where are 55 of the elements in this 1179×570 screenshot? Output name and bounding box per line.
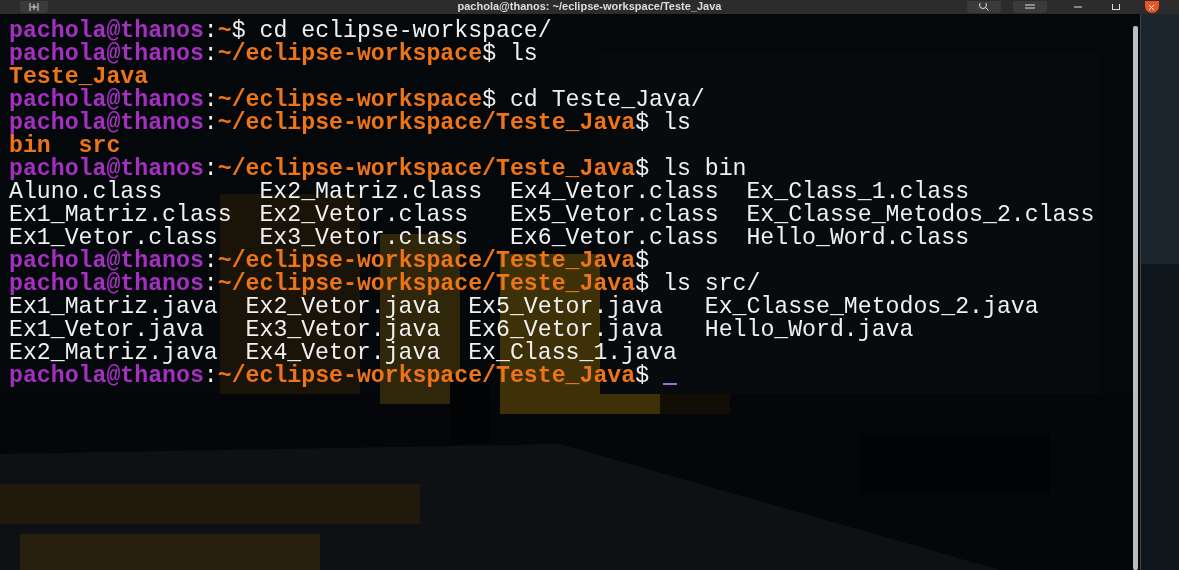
prompt-symbol: $ <box>635 363 650 389</box>
directory-name: Teste_Java <box>9 66 149 89</box>
command-text: ls <box>509 41 538 67</box>
file-name: Ex2_Vetor.class <box>259 204 470 227</box>
menu-icon <box>1025 4 1035 10</box>
prompt-separator: : <box>203 248 218 274</box>
file-name: Ex_Classe_Metodos_2.java <box>704 296 1040 319</box>
file-name: Ex5_Vetor.java <box>468 296 664 319</box>
file-name: Aluno.class <box>9 181 163 204</box>
menu-button[interactable] <box>1013 1 1047 13</box>
prompt-symbol: $ <box>635 110 650 136</box>
file-name: Ex1_Vetor.class <box>9 227 218 250</box>
prompt-separator: : <box>203 18 218 44</box>
file-name: Hello_Word.java <box>704 319 914 342</box>
file-name: Ex2_Matriz.java <box>9 342 218 365</box>
close-button[interactable] <box>1145 1 1159 13</box>
new-tab-button[interactable] <box>20 1 48 13</box>
close-icon <box>1149 4 1155 10</box>
minimize-icon <box>1074 6 1082 8</box>
file-name: Ex1_Vetor.java <box>9 319 204 342</box>
maximize-icon <box>1112 4 1120 10</box>
prompt-symbol: $ <box>635 156 650 182</box>
plus-icon <box>29 3 39 11</box>
directory-name: bin <box>9 135 51 158</box>
file-name: Ex_Classe_Metodos_2.class <box>746 204 1096 227</box>
directory-name: src <box>78 135 121 158</box>
prompt-separator: : <box>203 110 218 136</box>
prompt-symbol: $ <box>635 271 650 297</box>
window-title: pachola@thanos: ~/eclipse-workspace/Teste_Java <box>457 0 722 13</box>
file-name: Hello_Word.class <box>746 227 971 250</box>
file-name: Ex_Class_1.class <box>746 181 970 204</box>
file-name: Ex1_Matriz.java <box>9 296 218 319</box>
prompt-separator: : <box>203 41 218 67</box>
file-name: Ex5_Vetor.class <box>509 204 720 227</box>
file-name: Ex3_Vetor.java <box>245 319 442 342</box>
prompt-separator: : <box>203 363 218 389</box>
prompt-separator: : <box>203 87 218 113</box>
file-name: Ex2_Matriz.class <box>259 181 483 204</box>
command-text: ls <box>663 110 691 136</box>
search-button[interactable] <box>967 1 1001 13</box>
file-name: Ex4_Vetor.java <box>245 342 441 365</box>
prompt-separator: : <box>203 156 218 182</box>
search-icon <box>979 3 989 11</box>
file-name: Ex6_Vetor.class <box>509 227 720 250</box>
file-name: Ex3_Vetor.class <box>259 227 469 250</box>
file-name: Ex4_Vetor.class <box>509 181 720 204</box>
command-text: ls src/ <box>663 271 761 297</box>
file-name: Ex6_Vetor.java <box>468 319 663 342</box>
file-name: Ex2_Vetor.java <box>245 296 441 319</box>
file-name: Ex_Class_1.java <box>468 342 678 365</box>
file-name: Ex1_Matriz.class <box>9 204 233 227</box>
scrollbar[interactable] <box>1133 26 1138 570</box>
prompt-path: ~ <box>217 18 232 44</box>
maximize-button[interactable] <box>1109 1 1123 13</box>
prompt-separator: : <box>203 271 218 297</box>
